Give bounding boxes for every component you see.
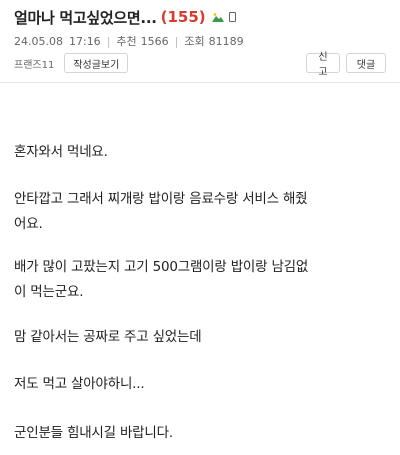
meta-separator: | <box>174 34 179 48</box>
mobile-icon <box>228 12 236 22</box>
title-row: 얼마나 먹고싶었으면... (155) <box>14 6 236 28</box>
recommend-count: 1566 <box>140 34 169 48</box>
meta-separator: | <box>106 34 111 48</box>
body-paragraph: 저도 먹고 살아야하니... <box>14 376 145 392</box>
body-paragraph: 군인분들 힘내시길 바랍니다. <box>14 425 173 441</box>
post-time: 17:16 <box>68 34 101 48</box>
recommend-label: 추천 <box>116 35 137 48</box>
header-divider <box>0 82 400 83</box>
body-paragraph: 안타깝고 그래서 찌개랑 밥이랑 음료수랑 서비스 해줬 어요. <box>14 191 308 232</box>
post-header: 얼마나 먹고싶었으면... (155) 24.05.08 17:16 | 추천 … <box>0 0 400 90</box>
author-posts-button[interactable]: 작성글보기 <box>64 53 129 73</box>
body-paragraph: 배가 많이 고팠는지 고기 500그램이랑 밥이랑 남김없 이 먹는군요. <box>14 259 309 300</box>
comment-count[interactable]: (155) <box>161 8 206 26</box>
post-page: 얼마나 먹고싶었으면... (155) 24.05.08 17:16 | 추천 … <box>0 0 400 455</box>
author-name[interactable]: 프랜즈11 <box>14 56 54 71</box>
author-row: 프랜즈11 작성글보기 신고 댓글 <box>14 52 386 78</box>
body-paragraph: 혼자와서 먹네요. <box>14 144 108 160</box>
report-button[interactable]: 신고 <box>306 52 340 78</box>
reply-button[interactable]: 댓글 <box>346 53 386 73</box>
post-date: 24.05.08 <box>14 34 63 48</box>
post-title: 얼마나 먹고싶었으면... <box>14 8 157 27</box>
views-count: 81189 <box>208 34 244 48</box>
views-label: 조회 <box>184 35 205 48</box>
image-icon <box>211 12 224 22</box>
action-buttons: 신고 댓글 <box>306 52 386 78</box>
body-paragraph: 맘 같아서는 공짜로 주고 싶었는데 <box>14 329 202 345</box>
post-meta: 24.05.08 17:16 | 추천 1566 | 조회 81189 <box>14 33 244 49</box>
